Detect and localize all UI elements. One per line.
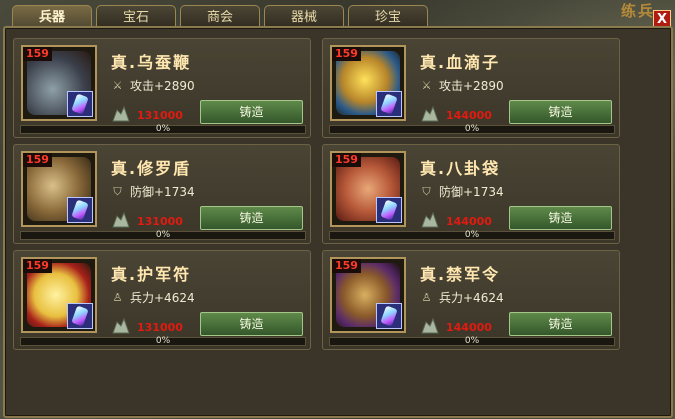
forge-button[interactable]: 铸造 — [200, 312, 303, 336]
item-card: 159 真.八卦袋 ⛉ 防御+1734 144000 铸造 0% — [322, 144, 620, 244]
forge-button[interactable]: 铸造 — [200, 206, 303, 230]
cost-value: 131000 — [137, 321, 183, 334]
item-card: 159 真.修罗盾 ⛉ 防御+1734 131000 铸造 0% — [13, 144, 311, 244]
item-stat: ⛉ 防御+1734 — [111, 183, 195, 200]
item-name: 真.修罗盾 — [111, 159, 192, 178]
forge-button[interactable]: 铸造 — [509, 100, 612, 124]
progress-text: 0% — [464, 336, 480, 346]
ore-icon — [112, 105, 130, 122]
soldier-icon: ♙ — [421, 291, 432, 304]
item-stat: ♙ 兵力+4624 — [420, 289, 504, 306]
level-badge: 159 — [23, 153, 52, 167]
forge-window: 159 真.乌蚕鞭 ⚔ 攻击+2890 131000 铸造 0% 159 真.血… — [3, 26, 673, 418]
item-name: 真.护军符 — [111, 265, 192, 284]
level-badge: 159 — [332, 153, 361, 167]
item-portrait[interactable]: 159 — [21, 257, 97, 333]
stat-value: 攻击+2890 — [130, 79, 195, 93]
cost-value: 131000 — [137, 215, 183, 228]
cost-value: 144000 — [446, 215, 492, 228]
item-portrait[interactable]: 159 — [21, 45, 97, 121]
item-portrait[interactable]: 159 — [330, 151, 406, 227]
item-portrait[interactable]: 159 — [330, 45, 406, 121]
soldier-icon: ♙ — [112, 291, 123, 304]
item-portrait[interactable]: 159 — [330, 257, 406, 333]
item-name: 真.禁军令 — [420, 265, 501, 284]
progress-bar: 0% — [20, 125, 306, 134]
item-stat: ♙ 兵力+4624 — [111, 289, 195, 306]
gem-slot-icon — [67, 197, 93, 223]
item-card: 159 真.禁军令 ♙ 兵力+4624 144000 铸造 0% — [322, 250, 620, 350]
stat-value: 攻击+2890 — [439, 79, 504, 93]
item-stat: ⚔ 攻击+2890 — [111, 77, 195, 94]
level-badge: 159 — [332, 259, 361, 273]
stat-value: 防御+1734 — [130, 185, 195, 199]
item-portrait[interactable]: 159 — [21, 151, 97, 227]
item-card: 159 真.护军符 ♙ 兵力+4624 131000 铸造 0% — [13, 250, 311, 350]
ore-icon — [421, 211, 439, 228]
ore-icon — [112, 317, 130, 334]
stat-value: 兵力+4624 — [439, 291, 504, 305]
forge-button[interactable]: 铸造 — [509, 312, 612, 336]
item-card: 159 真.血滴子 ⚔ 攻击+2890 144000 铸造 0% — [322, 38, 620, 138]
level-badge: 159 — [23, 47, 52, 61]
item-stat: ⛉ 防御+1734 — [420, 183, 504, 200]
sword-icon: ⚔ — [112, 79, 123, 92]
gem-slot-icon — [67, 91, 93, 117]
progress-bar: 0% — [20, 231, 306, 240]
stat-value: 防御+1734 — [439, 185, 504, 199]
ore-icon — [421, 105, 439, 122]
ore-icon — [421, 317, 439, 334]
gem-slot-icon — [376, 303, 402, 329]
gem-slot-icon — [376, 197, 402, 223]
sword-icon: ⚔ — [421, 79, 432, 92]
ore-icon — [112, 211, 130, 228]
progress-text: 0% — [464, 124, 480, 134]
progress-text: 0% — [464, 230, 480, 240]
level-badge: 159 — [23, 259, 52, 273]
shield-icon: ⛉ — [422, 185, 431, 198]
gem-slot-icon — [376, 91, 402, 117]
background-banner-text: 练兵 — [620, 2, 655, 20]
item-stat: ⚔ 攻击+2890 — [420, 77, 504, 94]
progress-bar: 0% — [329, 125, 615, 134]
level-badge: 159 — [332, 47, 361, 61]
progress-bar: 0% — [329, 337, 615, 346]
forge-button[interactable]: 铸造 — [200, 100, 303, 124]
shield-icon: ⛉ — [113, 185, 122, 198]
item-name: 真.血滴子 — [420, 53, 501, 72]
progress-text: 0% — [155, 336, 171, 346]
progress-text: 0% — [155, 230, 171, 240]
cost-value: 131000 — [137, 109, 183, 122]
cost-value: 144000 — [446, 109, 492, 122]
stat-value: 兵力+4624 — [130, 291, 195, 305]
item-name: 真.八卦袋 — [420, 159, 501, 178]
progress-bar: 0% — [20, 337, 306, 346]
item-card: 159 真.乌蚕鞭 ⚔ 攻击+2890 131000 铸造 0% — [13, 38, 311, 138]
gem-slot-icon — [67, 303, 93, 329]
progress-text: 0% — [155, 124, 171, 134]
progress-bar: 0% — [329, 231, 615, 240]
cost-value: 144000 — [446, 321, 492, 334]
forge-button[interactable]: 铸造 — [509, 206, 612, 230]
item-name: 真.乌蚕鞭 — [111, 53, 192, 72]
